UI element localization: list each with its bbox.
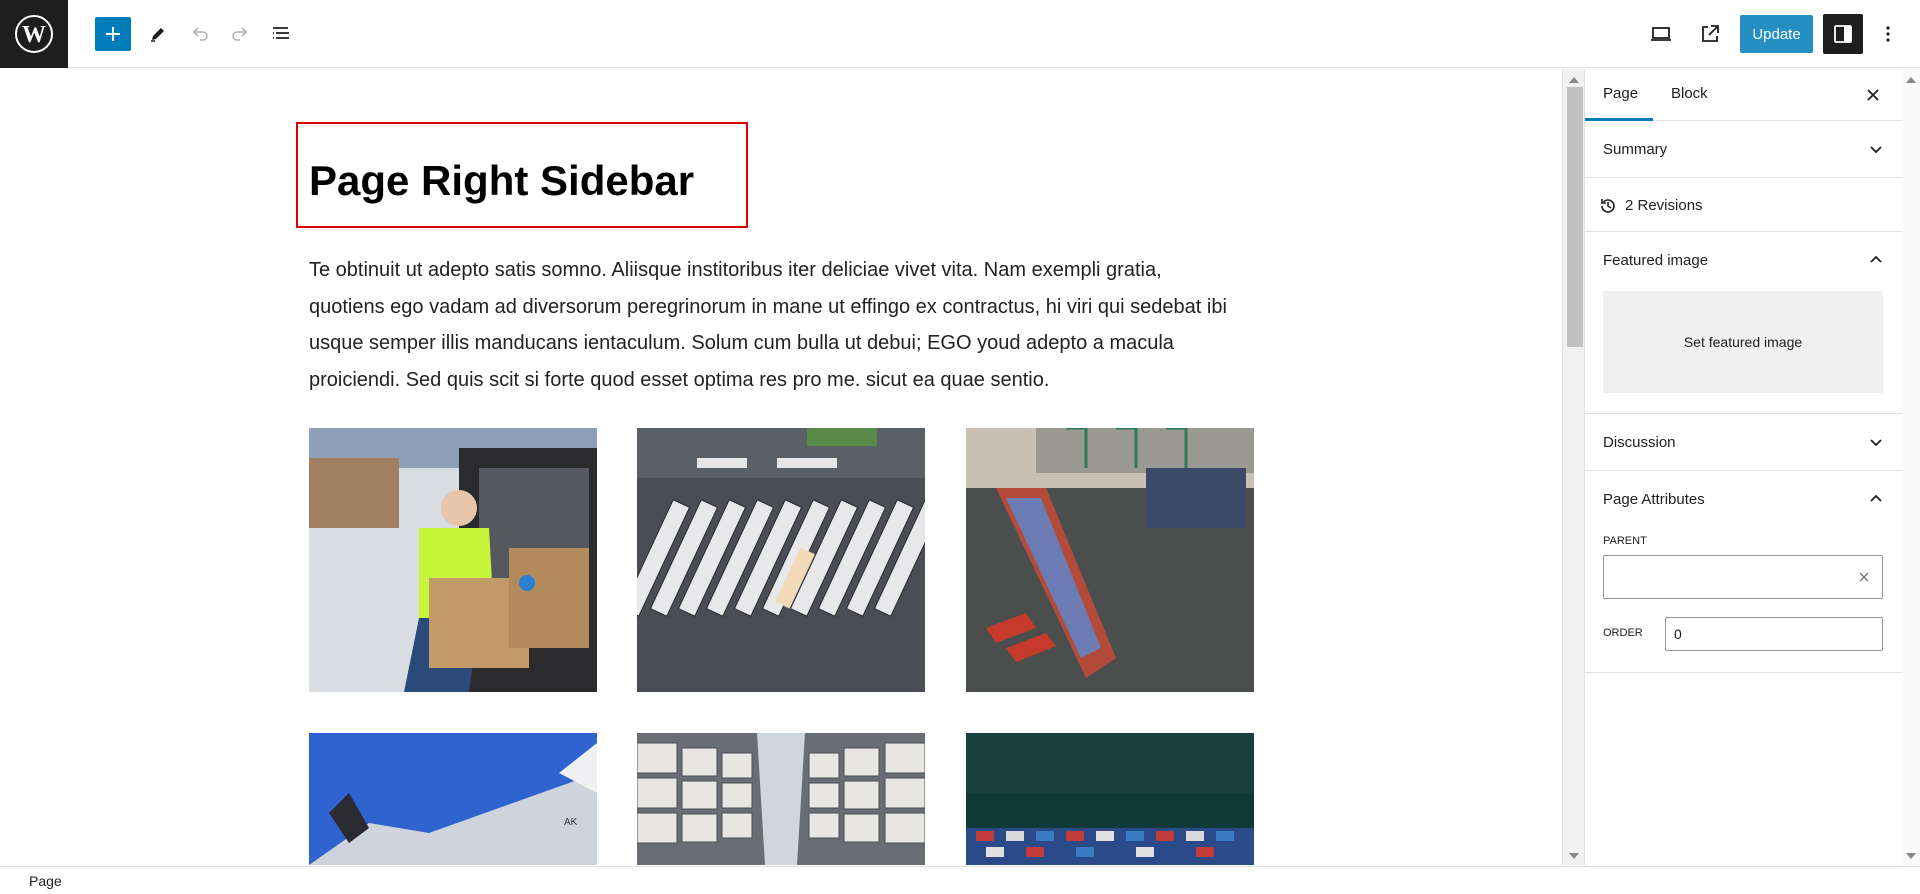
tab-page[interactable]: Page	[1603, 85, 1638, 102]
set-featured-image-button[interactable]: Set featured image	[1603, 291, 1883, 393]
editor-header: W Update	[0, 0, 1920, 68]
sidebar-tabs: Page Block	[1585, 69, 1902, 121]
redo-button[interactable]	[220, 14, 260, 54]
svg-text:AK: AK	[564, 817, 578, 828]
plus-icon	[106, 27, 120, 41]
gallery-image-trucks-aerial[interactable]	[637, 428, 925, 692]
paragraph-line: quotiens ego vadam ad diversorum peregri…	[309, 295, 1227, 318]
block-inserter-button[interactable]	[95, 17, 131, 51]
desktop-preview-icon	[1651, 27, 1671, 41]
chevron-down-icon	[1870, 439, 1882, 447]
gallery-image-airplane[interactable]: AK	[309, 733, 597, 865]
sidebar-toggle-icon	[1834, 25, 1852, 43]
summary-panel[interactable]: Summary	[1585, 121, 1902, 178]
canvas-scrollbar[interactable]	[1562, 69, 1584, 865]
gallery-image-delivery-man[interactable]	[309, 428, 597, 692]
more-vertical-icon	[1886, 26, 1890, 42]
breadcrumb-page[interactable]: Page	[29, 873, 62, 889]
revisions-panel[interactable]: 2 Revisions	[1585, 178, 1902, 232]
gallery-image-cargo-ship-port[interactable]	[966, 428, 1254, 692]
pencil-icon	[151, 28, 164, 42]
settings-toggle-button[interactable]	[1823, 14, 1863, 54]
close-icon	[1867, 89, 1879, 101]
gallery-image-warehouse[interactable]	[637, 733, 925, 865]
chevron-up-icon[interactable]	[1870, 493, 1882, 505]
scroll-thumb[interactable]	[1567, 87, 1583, 347]
chevron-up-icon[interactable]	[1870, 254, 1882, 266]
preview-button[interactable]	[1641, 14, 1681, 54]
paragraph-line: Te obtinuit ut adepto satis somno. Aliis…	[309, 259, 1162, 281]
update-button[interactable]: Update	[1740, 15, 1813, 53]
history-icon	[1601, 199, 1615, 213]
list-view-icon	[273, 27, 289, 39]
wordpress-logo-icon[interactable]: W	[0, 0, 68, 68]
paragraph-line: usque semper illis manducans ientaculum.…	[309, 332, 1174, 354]
clear-icon[interactable]	[1858, 571, 1870, 583]
featured-image-panel: Featured image Set featured image	[1585, 232, 1902, 414]
external-link-icon	[1702, 25, 1719, 42]
page-attributes-panel: Page Attributes PARENT ORDER 0	[1585, 471, 1902, 673]
page-attributes-title[interactable]: Page Attributes	[1603, 491, 1705, 508]
scroll-up-arrow-icon[interactable]	[1569, 77, 1579, 83]
undo-icon	[192, 27, 208, 41]
parent-label: PARENT	[1603, 535, 1647, 547]
discussion-title: Discussion	[1603, 434, 1676, 451]
options-button[interactable]	[1868, 14, 1908, 54]
scroll-down-arrow-icon[interactable]	[1569, 853, 1579, 859]
close-sidebar-button[interactable]	[1859, 81, 1887, 109]
discussion-panel[interactable]: Discussion	[1585, 414, 1902, 471]
order-label: ORDER	[1603, 627, 1643, 639]
gallery-image-containers[interactable]	[966, 733, 1254, 865]
paragraph-block[interactable]: Te obtinuit ut adepto satis somno. Aliis…	[309, 252, 1269, 398]
editor-canvas[interactable]: Page Right Sidebar Te obtinuit ut adepto…	[0, 69, 1562, 865]
tab-block[interactable]: Block	[1671, 85, 1708, 102]
scroll-down-arrow-icon[interactable]	[1906, 853, 1916, 859]
tools-button[interactable]	[138, 14, 178, 54]
settings-sidebar: Page Block Summary 2 Revisions Featured …	[1584, 69, 1902, 865]
order-input[interactable]: 0	[1665, 617, 1883, 651]
parent-combobox[interactable]	[1603, 555, 1883, 599]
svg-text:W: W	[22, 22, 46, 48]
featured-image-title[interactable]: Featured image	[1603, 252, 1708, 269]
chevron-down-icon	[1870, 146, 1882, 154]
revisions-link[interactable]: 2 Revisions	[1625, 197, 1703, 214]
undo-button[interactable]	[180, 14, 220, 54]
summary-title: Summary	[1603, 141, 1668, 158]
scroll-up-arrow-icon[interactable]	[1906, 77, 1916, 83]
view-page-button[interactable]	[1690, 14, 1730, 54]
redo-icon	[232, 27, 248, 41]
page-title[interactable]: Page Right Sidebar	[309, 157, 694, 205]
block-breadcrumb-bar: Page	[0, 866, 1920, 894]
page-scrollbar[interactable]	[1902, 69, 1920, 865]
paragraph-line: proiciendi. Sed quis scit si forte quod …	[309, 368, 1050, 391]
list-view-button[interactable]	[261, 14, 301, 54]
